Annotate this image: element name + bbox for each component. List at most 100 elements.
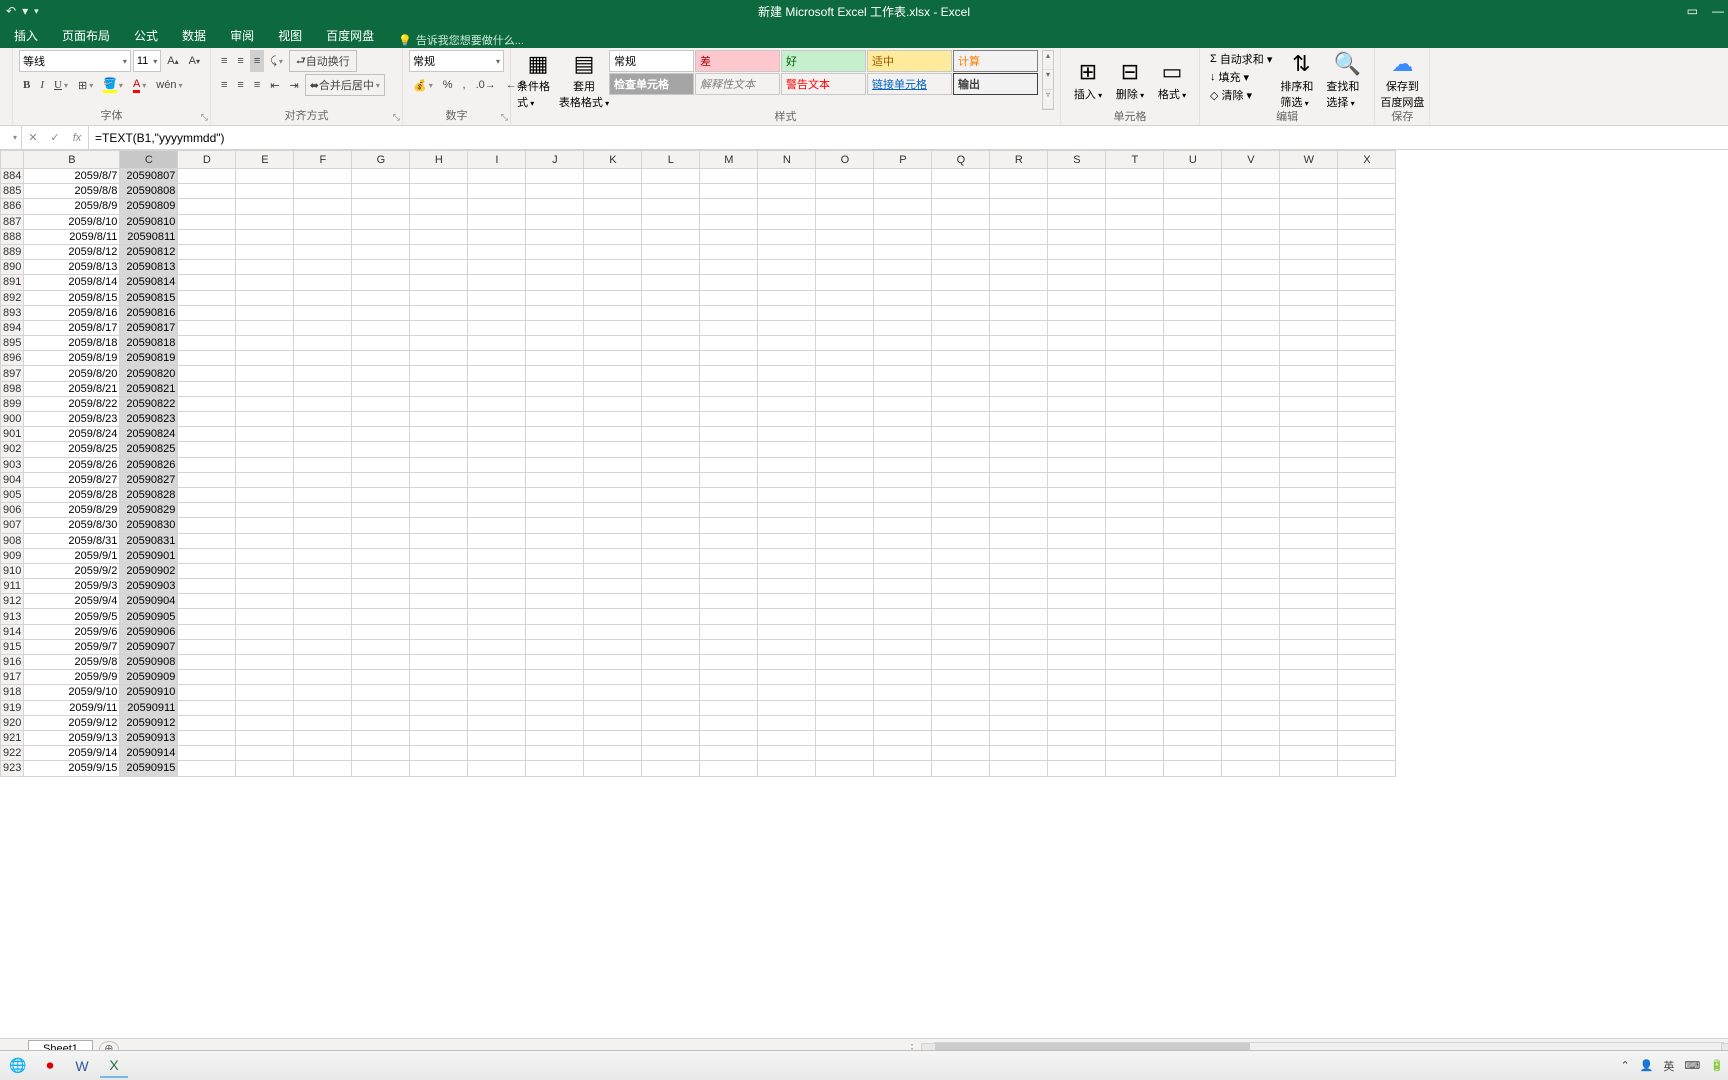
cell[interactable] (584, 457, 642, 472)
cell[interactable] (526, 518, 584, 533)
cell[interactable]: 2059/9/5 (24, 609, 120, 624)
column-header-R[interactable]: R (990, 151, 1048, 169)
cell[interactable] (1106, 563, 1164, 578)
cell[interactable] (1222, 169, 1280, 184)
cell[interactable] (874, 700, 932, 715)
cell[interactable] (468, 624, 526, 639)
cell[interactable] (1164, 563, 1222, 578)
cell[interactable]: 20590906 (120, 624, 178, 639)
cell[interactable] (758, 639, 816, 654)
cell[interactable] (178, 594, 236, 609)
cell[interactable] (1338, 229, 1396, 244)
cell[interactable] (1280, 503, 1338, 518)
cell[interactable] (526, 412, 584, 427)
cell[interactable] (1222, 381, 1280, 396)
cell[interactable] (700, 199, 758, 214)
cell[interactable] (352, 655, 410, 670)
cell[interactable] (352, 472, 410, 487)
cell[interactable] (1338, 472, 1396, 487)
insert-function-icon[interactable]: fx (66, 126, 88, 149)
cell[interactable]: 20590915 (120, 761, 178, 776)
cell[interactable] (932, 503, 990, 518)
cell[interactable] (932, 351, 990, 366)
cell[interactable]: 2059/9/6 (24, 624, 120, 639)
cell[interactable] (410, 184, 468, 199)
cell[interactable] (236, 563, 294, 578)
cell[interactable] (352, 563, 410, 578)
cell[interactable] (874, 655, 932, 670)
cell[interactable] (352, 579, 410, 594)
cell[interactable] (700, 320, 758, 335)
cell[interactable] (526, 761, 584, 776)
number-format-combo[interactable]: 常规 (409, 50, 504, 72)
cell[interactable] (1280, 655, 1338, 670)
cell[interactable] (642, 351, 700, 366)
column-header-J[interactable]: J (526, 151, 584, 169)
cell[interactable] (758, 609, 816, 624)
cell[interactable] (352, 503, 410, 518)
cell[interactable] (410, 761, 468, 776)
cell[interactable] (990, 427, 1048, 442)
cell[interactable] (294, 336, 352, 351)
cell[interactable]: 20590821 (120, 381, 178, 396)
cell[interactable]: 20590905 (120, 609, 178, 624)
cell[interactable] (410, 260, 468, 275)
cell[interactable] (410, 336, 468, 351)
cell[interactable] (758, 670, 816, 685)
cell[interactable] (1280, 670, 1338, 685)
cell[interactable] (1222, 563, 1280, 578)
cell[interactable] (584, 624, 642, 639)
cell[interactable] (178, 381, 236, 396)
cell[interactable] (1106, 184, 1164, 199)
cell[interactable] (1164, 214, 1222, 229)
cell[interactable] (758, 487, 816, 502)
cell[interactable] (758, 366, 816, 381)
cell[interactable]: 20590907 (120, 639, 178, 654)
cell[interactable]: 20590901 (120, 548, 178, 563)
cell[interactable] (758, 746, 816, 761)
cell[interactable] (178, 305, 236, 320)
cell[interactable] (932, 412, 990, 427)
cell[interactable] (700, 442, 758, 457)
cell[interactable] (468, 184, 526, 199)
cell[interactable] (990, 457, 1048, 472)
cell[interactable] (700, 244, 758, 259)
cell[interactable] (642, 700, 700, 715)
cell[interactable] (468, 730, 526, 745)
cell[interactable] (990, 260, 1048, 275)
cell[interactable] (352, 609, 410, 624)
cell[interactable]: 20590813 (120, 260, 178, 275)
cell[interactable] (758, 260, 816, 275)
cell[interactable] (468, 351, 526, 366)
cell[interactable] (874, 290, 932, 305)
cell[interactable] (990, 670, 1048, 685)
cell[interactable] (178, 761, 236, 776)
cell[interactable] (236, 169, 294, 184)
cell[interactable] (1222, 533, 1280, 548)
cell[interactable] (1048, 670, 1106, 685)
cell[interactable] (990, 305, 1048, 320)
cell[interactable] (874, 533, 932, 548)
cell[interactable] (700, 609, 758, 624)
cell[interactable] (1106, 533, 1164, 548)
cell[interactable] (874, 199, 932, 214)
cell[interactable] (1338, 761, 1396, 776)
cell[interactable] (1048, 336, 1106, 351)
cell[interactable] (874, 396, 932, 411)
cell[interactable] (816, 427, 874, 442)
cell[interactable] (1222, 275, 1280, 290)
cell[interactable] (352, 533, 410, 548)
cell[interactable]: 20590913 (120, 730, 178, 745)
align-left-icon[interactable]: ≡ (217, 74, 231, 96)
insert-cells-button[interactable]: ⊞插入 (1067, 50, 1109, 110)
taskbar-record-icon[interactable]: ⏺ (36, 1054, 64, 1078)
taskbar-edge-icon[interactable]: 🌐 (4, 1054, 32, 1078)
cell[interactable] (584, 503, 642, 518)
cell[interactable] (294, 639, 352, 654)
cell[interactable] (932, 381, 990, 396)
cell[interactable] (816, 472, 874, 487)
cell[interactable] (990, 396, 1048, 411)
cell[interactable] (1048, 715, 1106, 730)
cell[interactable] (642, 184, 700, 199)
cell[interactable] (584, 548, 642, 563)
